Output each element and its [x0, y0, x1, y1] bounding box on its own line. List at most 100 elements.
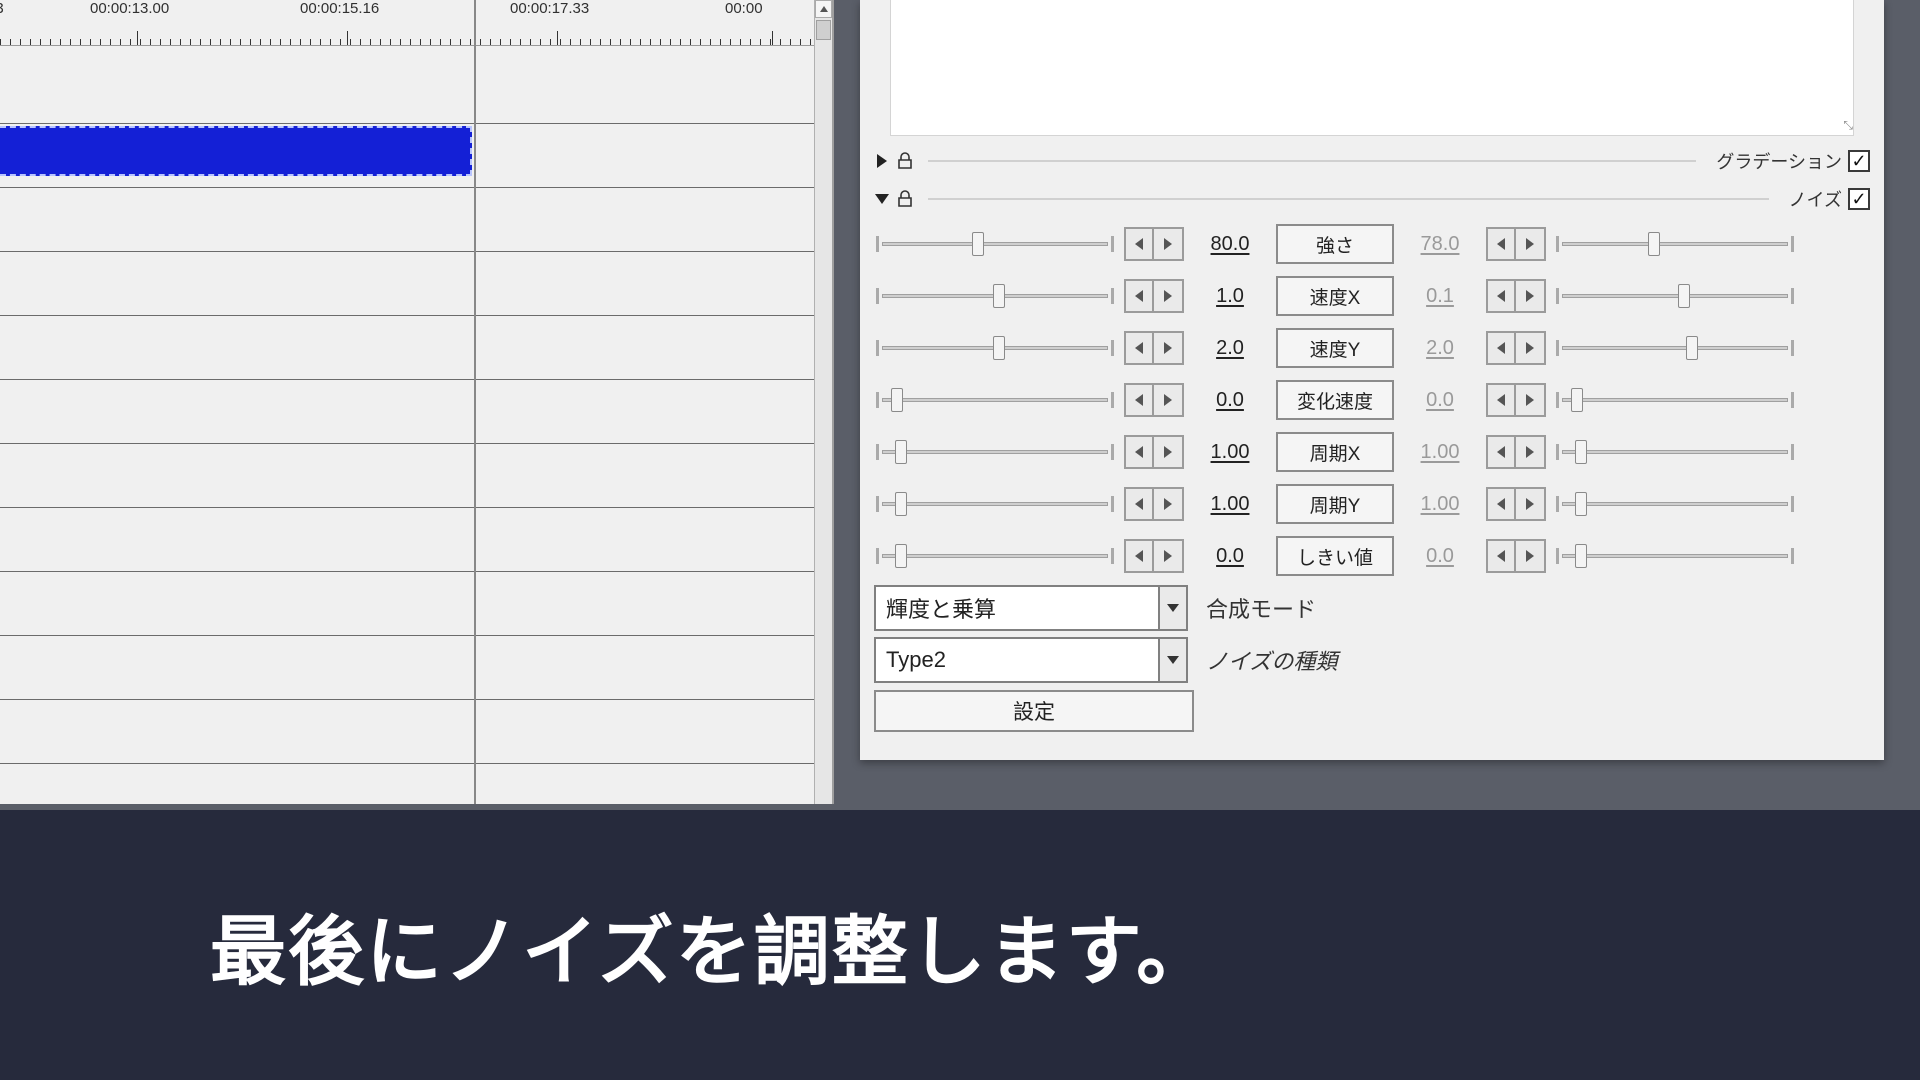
param-slider-right[interactable]: [1556, 489, 1794, 519]
param-name-button[interactable]: 周期Y: [1276, 484, 1394, 524]
timeline-vscrollbar[interactable]: [814, 0, 832, 804]
expand-down-icon[interactable]: [874, 191, 890, 207]
expand-icon[interactable]: ⤡: [1843, 118, 1853, 133]
decrement-button[interactable]: [1486, 279, 1516, 313]
param-value-left[interactable]: 80.0: [1190, 233, 1270, 256]
blend-mode-combobox[interactable]: 輝度と乗算: [874, 585, 1188, 631]
timeline-track[interactable]: [0, 572, 814, 636]
param-value-right[interactable]: 78.0: [1400, 233, 1480, 256]
increment-button[interactable]: [1154, 227, 1184, 261]
slider-thumb[interactable]: [972, 232, 984, 256]
timeline-track[interactable]: [0, 46, 814, 124]
slider-thumb[interactable]: [1686, 336, 1698, 360]
decrement-button[interactable]: [1486, 331, 1516, 365]
param-value-left[interactable]: 2.0: [1190, 337, 1270, 360]
increment-button[interactable]: [1516, 539, 1546, 573]
decrement-button[interactable]: [1486, 487, 1516, 521]
scroll-thumb[interactable]: [816, 20, 831, 40]
slider-thumb[interactable]: [1575, 544, 1587, 568]
increment-button[interactable]: [1154, 487, 1184, 521]
param-value-left[interactable]: 1.00: [1190, 493, 1270, 516]
param-slider-left[interactable]: [876, 333, 1114, 363]
param-slider-right[interactable]: [1556, 541, 1794, 571]
increment-button[interactable]: [1154, 539, 1184, 573]
increment-button[interactable]: [1516, 331, 1546, 365]
slider-thumb[interactable]: [1575, 440, 1587, 464]
param-value-right[interactable]: 1.00: [1400, 493, 1480, 516]
section-enable-checkbox[interactable]: ✓: [1848, 150, 1870, 172]
timeline-playhead[interactable]: [474, 0, 476, 804]
param-name-button[interactable]: 速度Y: [1276, 328, 1394, 368]
slider-thumb[interactable]: [1648, 232, 1660, 256]
param-value-right[interactable]: 2.0: [1400, 337, 1480, 360]
slider-thumb[interactable]: [1571, 388, 1583, 412]
param-name-button[interactable]: 周期X: [1276, 432, 1394, 472]
param-slider-right[interactable]: [1556, 333, 1794, 363]
timeline-track[interactable]: [0, 444, 814, 508]
increment-button[interactable]: [1154, 279, 1184, 313]
param-slider-right[interactable]: [1556, 229, 1794, 259]
decrement-button[interactable]: [1486, 227, 1516, 261]
timeline-track[interactable]: [0, 188, 814, 252]
settings-button[interactable]: 設定: [874, 690, 1194, 732]
slider-thumb[interactable]: [895, 440, 907, 464]
expand-right-icon[interactable]: [874, 153, 890, 169]
increment-button[interactable]: [1516, 279, 1546, 313]
increment-button[interactable]: [1154, 383, 1184, 417]
param-slider-left[interactable]: [876, 281, 1114, 311]
lock-icon[interactable]: [896, 190, 914, 208]
param-value-right[interactable]: 0.0: [1400, 389, 1480, 412]
timeline-track[interactable]: [0, 508, 814, 572]
timeline-track[interactable]: [0, 636, 814, 700]
param-slider-left[interactable]: [876, 385, 1114, 415]
param-value-right[interactable]: 1.00: [1400, 441, 1480, 464]
timeline-track[interactable]: [0, 380, 814, 444]
param-slider-right[interactable]: [1556, 281, 1794, 311]
lock-icon[interactable]: [896, 152, 914, 170]
param-slider-left[interactable]: [876, 541, 1114, 571]
noise-type-combobox[interactable]: Type2: [874, 637, 1188, 683]
decrement-button[interactable]: [1124, 383, 1154, 417]
slider-thumb[interactable]: [895, 492, 907, 516]
section-enable-checkbox[interactable]: ✓: [1848, 188, 1870, 210]
scroll-up-button[interactable]: [815, 0, 832, 18]
decrement-button[interactable]: [1124, 435, 1154, 469]
param-name-button[interactable]: 変化速度: [1276, 380, 1394, 420]
decrement-button[interactable]: [1124, 227, 1154, 261]
timeline-clip-selected[interactable]: [0, 126, 472, 176]
param-value-right[interactable]: 0.0: [1400, 545, 1480, 568]
param-value-left[interactable]: 1.00: [1190, 441, 1270, 464]
chevron-down-icon[interactable]: [1158, 639, 1186, 681]
decrement-button[interactable]: [1486, 383, 1516, 417]
param-name-button[interactable]: しきい値: [1276, 536, 1394, 576]
decrement-button[interactable]: [1486, 539, 1516, 573]
param-name-button[interactable]: 速度X: [1276, 276, 1394, 316]
decrement-button[interactable]: [1124, 279, 1154, 313]
increment-button[interactable]: [1516, 487, 1546, 521]
param-slider-left[interactable]: [876, 437, 1114, 467]
timeline-ruler[interactable]: :10.83 00:00:13.00 00:00:15.16 00:00:17.…: [0, 0, 814, 46]
decrement-button[interactable]: [1124, 331, 1154, 365]
increment-button[interactable]: [1154, 435, 1184, 469]
slider-thumb[interactable]: [1678, 284, 1690, 308]
increment-button[interactable]: [1516, 227, 1546, 261]
chevron-down-icon[interactable]: [1158, 587, 1186, 629]
timeline-track[interactable]: [0, 316, 814, 380]
param-value-right[interactable]: 0.1: [1400, 285, 1480, 308]
section-header-noise[interactable]: ノイズ ✓: [872, 180, 1872, 218]
section-header-gradation[interactable]: グラデーション ✓: [872, 142, 1872, 180]
decrement-button[interactable]: [1486, 435, 1516, 469]
param-value-left[interactable]: 0.0: [1190, 389, 1270, 412]
increment-button[interactable]: [1516, 383, 1546, 417]
slider-thumb[interactable]: [993, 284, 1005, 308]
param-value-left[interactable]: 1.0: [1190, 285, 1270, 308]
slider-thumb[interactable]: [993, 336, 1005, 360]
increment-button[interactable]: [1516, 435, 1546, 469]
param-slider-left[interactable]: [876, 229, 1114, 259]
param-slider-right[interactable]: [1556, 437, 1794, 467]
decrement-button[interactable]: [1124, 487, 1154, 521]
param-slider-left[interactable]: [876, 489, 1114, 519]
increment-button[interactable]: [1154, 331, 1184, 365]
param-value-left[interactable]: 0.0: [1190, 545, 1270, 568]
slider-thumb[interactable]: [1575, 492, 1587, 516]
